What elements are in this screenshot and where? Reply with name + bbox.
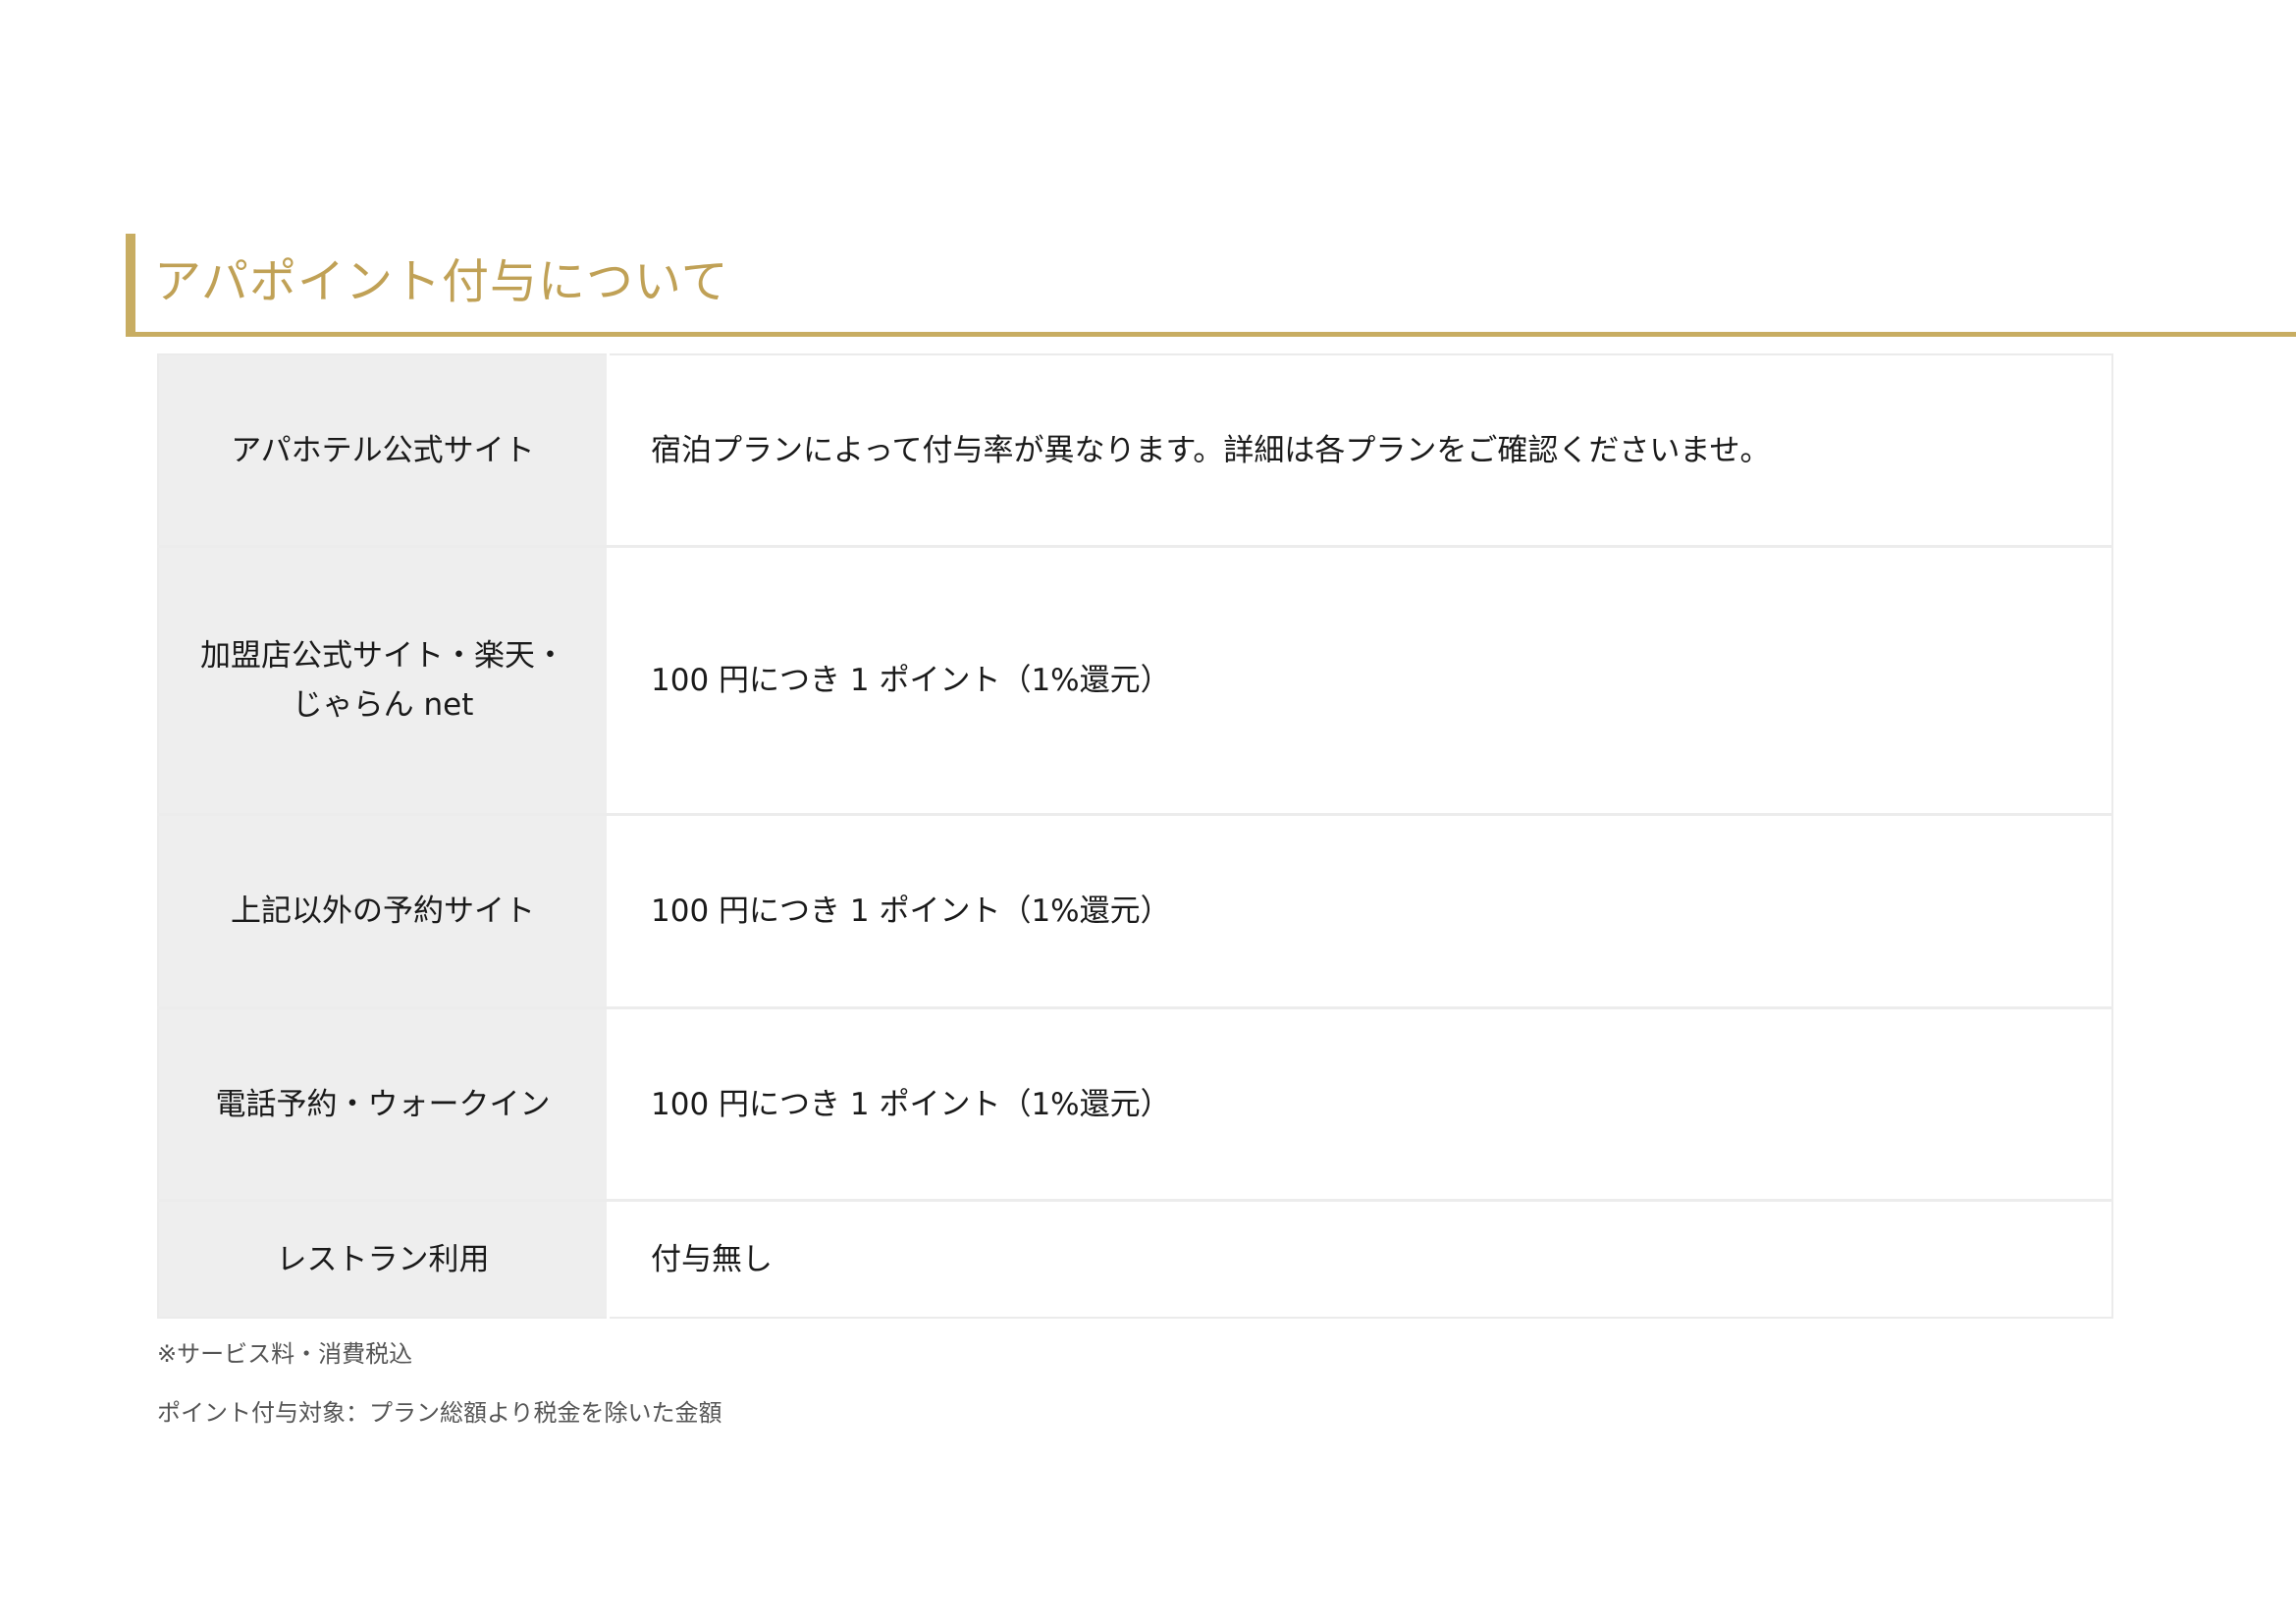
row-label-text: レストラン利用 [276,1241,490,1277]
row-label: アパホテル公式サイト [158,354,610,548]
section-heading-accent-bar [126,234,135,336]
points-grant-table: アパホテル公式サイト 宿泊プランによって付与率が異なります。詳細は各プランをご確… [157,353,2113,1319]
row-label: 加盟店公式サイト・楽天・ じゃらん net [158,546,610,816]
section-heading-underline [126,332,2296,337]
row-value: 100 円につき 1 ポイント（1%還元） [608,546,2112,816]
section-title: アパポイント付与について [154,254,729,309]
table-row: レストラン利用 付与無し [158,1200,2112,1318]
table-row: 上記以外の予約サイト 100 円につき 1 ポイント（1%還元） [158,814,2112,1009]
footnote-points-target: ポイント付与対象：プラン総額より税金を除いた金額 [157,1399,722,1427]
row-label-text: アパホテル公式サイト [231,432,535,468]
row-value: 100 円につき 1 ポイント（1%還元） [608,814,2112,1009]
footnotes: ※サービス料・消費税込 ポイント付与対象：プラン総額より税金を除いた金額 [157,1337,722,1455]
row-label-text: じゃらん net [292,687,474,723]
row-value: 宿泊プランによって付与率が異なります。詳細は各プランをご確認くださいませ。 [608,354,2112,548]
table-row: アパホテル公式サイト 宿泊プランによって付与率が異なります。詳細は各プランをご確… [158,354,2112,548]
table-row: 加盟店公式サイト・楽天・ じゃらん net 100 円につき 1 ポイント（1%… [158,546,2112,816]
row-label: 電話予約・ウォークイン [158,1007,610,1202]
row-label: レストラン利用 [158,1200,610,1318]
row-label-text: 上記以外の予約サイト [231,893,535,929]
footnote-tax: ※サービス料・消費税込 [157,1340,413,1368]
row-label: 上記以外の予約サイト [158,814,610,1009]
row-label-text: 電話予約・ウォークイン [215,1086,551,1122]
row-value: 100 円につき 1 ポイント（1%還元） [608,1007,2112,1202]
row-label-text: 加盟店公式サイト・楽天・ [200,638,565,674]
row-value: 付与無し [608,1200,2112,1318]
table-row: 電話予約・ウォークイン 100 円につき 1 ポイント（1%還元） [158,1007,2112,1202]
